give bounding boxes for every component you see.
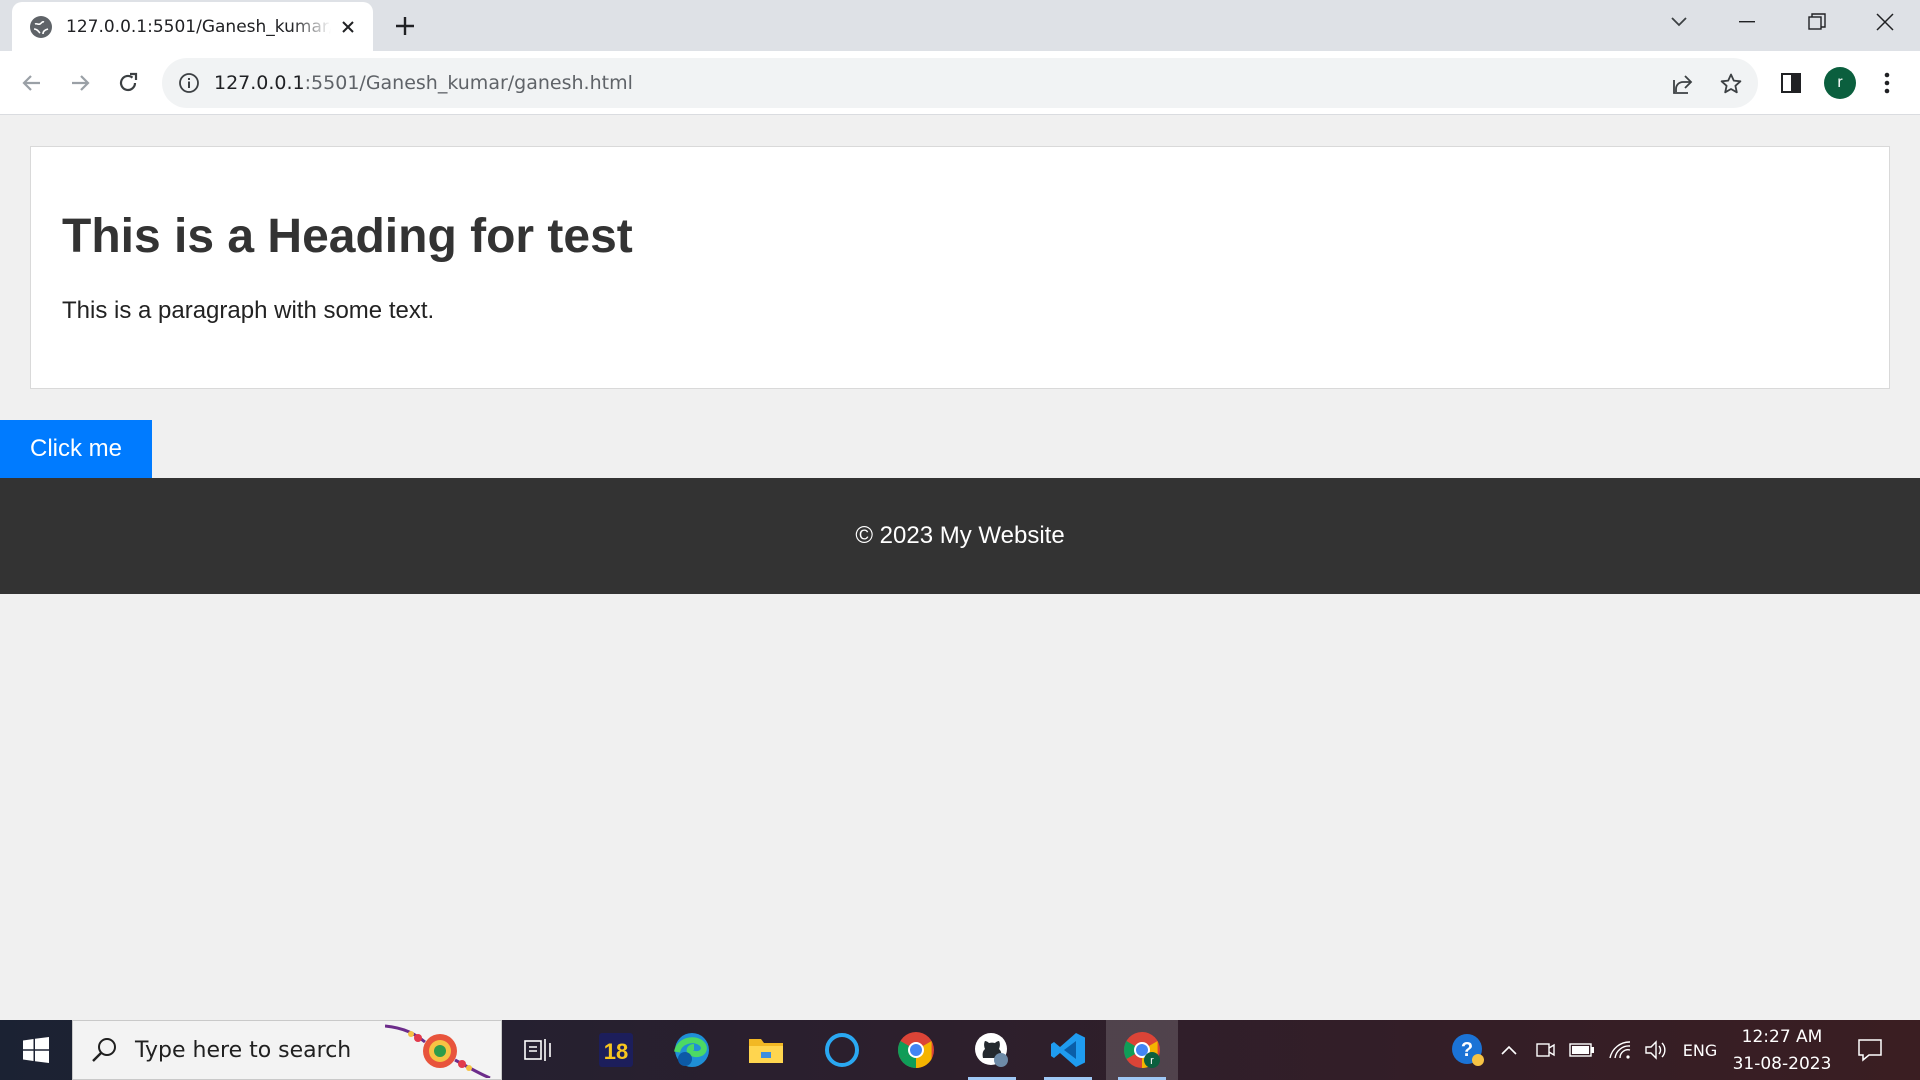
- battery-icon[interactable]: [1566, 1020, 1598, 1080]
- chrome-profile-icon[interactable]: r: [1106, 1020, 1178, 1080]
- tab-search-icon[interactable]: [1652, 0, 1706, 44]
- github-desktop-icon[interactable]: [956, 1020, 1028, 1080]
- notification-icon[interactable]: [1850, 1020, 1890, 1080]
- browser-tab[interactable]: 127.0.0.1:5501/Ganesh_kumar/ganesh.html: [12, 2, 373, 51]
- taskbar: Type here to search 18 r ? ENG 12:27 AM …: [0, 1020, 1920, 1080]
- profile-avatar[interactable]: r: [1824, 67, 1856, 99]
- start-button[interactable]: [0, 1020, 72, 1080]
- clock-date: 31-08-2023: [1732, 1054, 1832, 1074]
- page-heading: This is a Heading for test: [62, 210, 633, 263]
- restore-button[interactable]: [1790, 0, 1844, 44]
- search-icon: [92, 1038, 116, 1062]
- site-info-icon[interactable]: [178, 72, 200, 94]
- page-viewport: This is a Heading for test This is a par…: [0, 115, 1920, 1020]
- news18-app-icon[interactable]: 18: [580, 1020, 652, 1080]
- url-text: 127.0.0.1:5501/Ganesh_kumar/ganesh.html: [214, 72, 633, 94]
- edge-browser-icon[interactable]: [656, 1020, 728, 1080]
- reload-icon[interactable]: [110, 65, 146, 101]
- tab-title: 127.0.0.1:5501/Ganesh_kumar/ganesh.html: [66, 16, 331, 37]
- address-bar[interactable]: 127.0.0.1:5501/Ganesh_kumar/ganesh.html: [162, 58, 1758, 108]
- search-placeholder: Type here to search: [135, 1037, 352, 1063]
- side-panel-icon[interactable]: [1776, 68, 1806, 98]
- kebab-menu-icon[interactable]: [1872, 68, 1902, 98]
- clock-time: 12:27 AM: [1741, 1027, 1823, 1047]
- svg-text:r: r: [1150, 1055, 1154, 1067]
- share-icon[interactable]: [1670, 71, 1696, 97]
- footer-copyright: © 2023 My Website: [855, 522, 1065, 549]
- minimize-button[interactable]: [1720, 0, 1774, 44]
- forward-arrow-icon[interactable]: [62, 65, 98, 101]
- volume-icon[interactable]: [1640, 1020, 1672, 1080]
- vscode-icon[interactable]: [1032, 1020, 1104, 1080]
- close-window-button[interactable]: [1858, 0, 1912, 44]
- bookmark-star-icon[interactable]: [1718, 71, 1744, 97]
- globe-icon: [30, 15, 52, 38]
- file-explorer-icon[interactable]: [730, 1020, 802, 1080]
- tab-close-icon[interactable]: [337, 16, 359, 38]
- cortana-icon[interactable]: [806, 1020, 878, 1080]
- chrome-icon[interactable]: [880, 1020, 952, 1080]
- rakhi-decoration-icon: [385, 1024, 491, 1078]
- url-host: 127.0.0.1: [214, 72, 305, 94]
- windows-logo-icon: [23, 1037, 49, 1063]
- svg-text:18: 18: [604, 1039, 628, 1064]
- click-me-button[interactable]: Click me: [0, 420, 152, 478]
- chevron-up-icon[interactable]: [1496, 1020, 1522, 1080]
- page-paragraph: This is a paragraph with some text.: [62, 297, 435, 324]
- help-icon[interactable]: ?: [1446, 1020, 1490, 1080]
- content-card: This is a Heading for test This is a par…: [30, 146, 1890, 389]
- task-view-icon[interactable]: [502, 1020, 574, 1080]
- tab-strip: 127.0.0.1:5501/Ganesh_kumar/ganesh.html: [0, 0, 1920, 51]
- page-footer: © 2023 My Website: [0, 478, 1920, 594]
- browser-toolbar: 127.0.0.1:5501/Ganesh_kumar/ganesh.html …: [0, 51, 1920, 115]
- svg-text:?: ?: [1461, 1039, 1473, 1061]
- meet-now-icon[interactable]: [1530, 1020, 1560, 1080]
- url-path: :5501/Ganesh_kumar/ganesh.html: [304, 72, 633, 94]
- taskbar-search[interactable]: Type here to search: [72, 1020, 502, 1080]
- new-tab-button[interactable]: [390, 11, 420, 41]
- wifi-icon[interactable]: [1604, 1020, 1636, 1080]
- system-clock[interactable]: 12:27 AM 31-08-2023: [1726, 1024, 1838, 1078]
- back-arrow-icon[interactable]: [14, 65, 50, 101]
- language-indicator[interactable]: ENG: [1678, 1020, 1722, 1080]
